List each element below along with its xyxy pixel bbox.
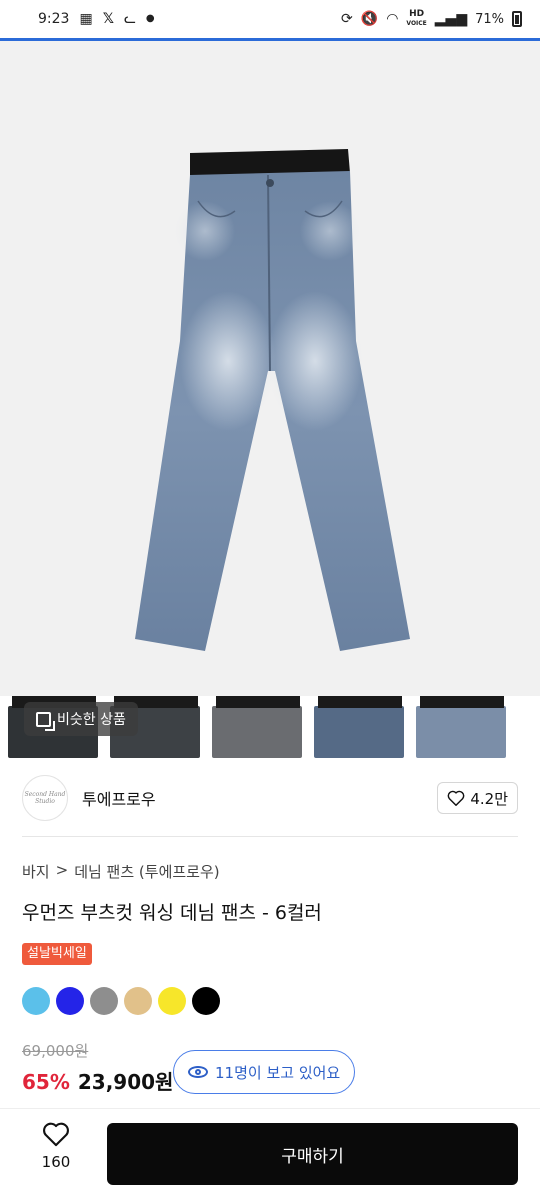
hd-voice-icon: HD VOICE <box>406 9 427 28</box>
viewers-label: 11명이 보고 있어요 <box>215 1063 341 1082</box>
status-time: 9:23 <box>38 11 70 27</box>
thumbnail-5[interactable] <box>408 696 510 758</box>
color-swatch[interactable] <box>124 987 152 1015</box>
sale-badge: 설날빅세일 <box>22 943 92 965</box>
color-swatches <box>22 987 220 1015</box>
jeans-illustration <box>135 149 410 651</box>
heart-icon <box>43 1122 69 1147</box>
gallery-app-icon: ▦ <box>79 11 93 27</box>
signal-icon: ▂▄▆ <box>434 11 468 27</box>
similar-products-label: 비슷한 상품 <box>57 712 126 728</box>
breadcrumb-parent[interactable]: 바지 <box>22 861 50 882</box>
product-image[interactable] <box>0 41 540 696</box>
similar-products-button[interactable]: 비슷한 상품 <box>24 702 138 736</box>
similar-icon <box>36 711 55 731</box>
original-price: 69,000원 <box>22 1042 89 1060</box>
x-app-icon: 𝕏 <box>102 11 114 27</box>
cat-app-icon: ᓚ <box>123 11 136 27</box>
price-row: 65% 23,900원 <box>22 1066 173 1095</box>
sync-icon: ⟳ <box>341 11 353 27</box>
battery-icon <box>512 11 522 27</box>
wifi-icon: ◠ <box>386 11 399 27</box>
thumbnail-4[interactable] <box>306 696 408 758</box>
shop-name[interactable]: 투에프로우 <box>82 786 156 810</box>
breadcrumb-separator: > <box>55 861 69 879</box>
eye-icon <box>188 1066 208 1078</box>
notification-dot-icon: ● <box>145 13 155 24</box>
viewers-pill: 11명이 보고 있어요 <box>173 1050 356 1094</box>
shop-logo[interactable]: Second Hand Studio <box>22 775 68 821</box>
mute-icon: 🔇 <box>360 11 379 27</box>
heart-icon <box>447 790 465 806</box>
sale-price: 23,900원 <box>77 1070 174 1094</box>
shop-row[interactable]: Second Hand Studio 투에프로우 4.2만 <box>0 770 540 826</box>
color-swatch[interactable] <box>90 987 118 1015</box>
wishlist-count: 160 <box>41 1153 71 1171</box>
status-bar: 9:23 ▦ 𝕏 ᓚ ● ⟳ 🔇 ◠ HD VOICE ▂▄▆ 71% <box>0 0 540 38</box>
shop-like-button[interactable]: 4.2만 <box>437 782 518 814</box>
breadcrumb: 바지 > 데님 팬츠 (투에프로우) <box>22 861 220 882</box>
discount-rate: 65% <box>22 1070 70 1094</box>
color-swatch[interactable] <box>22 987 50 1015</box>
buy-button[interactable]: 구매하기 <box>107 1123 518 1185</box>
shop-like-count: 4.2만 <box>470 789 508 808</box>
color-swatch[interactable] <box>56 987 84 1015</box>
wishlist-button[interactable]: 160 <box>26 1121 86 1171</box>
color-swatch[interactable] <box>192 987 220 1015</box>
battery-percent: 71% <box>475 11 504 27</box>
bottom-bar: 160 구매하기 <box>0 1108 540 1200</box>
breadcrumb-current[interactable]: 데님 팬츠 (투에프로우) <box>74 861 219 882</box>
color-swatch[interactable] <box>158 987 186 1015</box>
product-title: 우먼즈 부츠컷 워싱 데님 팬츠 - 6컬러 <box>22 902 322 924</box>
thumbnail-3[interactable] <box>204 696 306 758</box>
divider <box>22 836 518 837</box>
